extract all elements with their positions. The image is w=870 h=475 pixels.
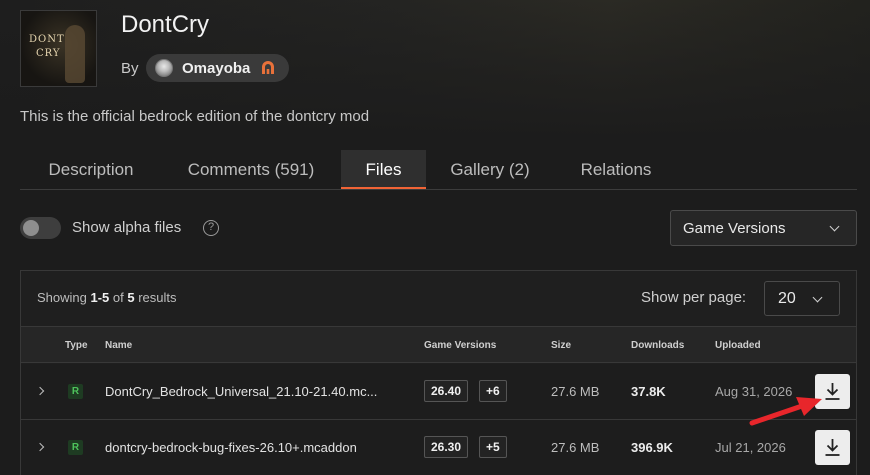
alpha-files-label: Show alpha files [72,219,182,236]
download-button[interactable] [815,430,850,465]
author-name: Omayoba [182,59,251,77]
download-icon [825,383,840,400]
column-uploaded[interactable]: Uploaded [715,340,761,351]
column-name[interactable]: Name [105,340,132,351]
tab-files[interactable]: Files [341,150,426,189]
results-suffix: results [134,290,177,305]
per-page-select[interactable]: 20 [764,281,840,316]
column-type[interactable]: Type [65,340,88,351]
help-icon[interactable]: ? [203,220,219,236]
expand-icon[interactable] [35,386,45,396]
table-row[interactable]: R DontCry_Bedrock_Universal_21.10-21.40.… [21,364,856,420]
annotation-arrow-icon [749,397,822,426]
per-page-value: 20 [778,290,796,307]
game-versions-select[interactable]: Game Versions [670,210,857,246]
per-page-label: Show per page: [641,289,747,306]
toggle-knob [23,220,39,236]
tab-relations[interactable]: Relations [554,150,678,189]
column-game-versions[interactable]: Game Versions [424,340,496,351]
results-summary: Showing 1-5 of 5 results [37,290,177,305]
game-version-chip: 26.30 [424,436,469,458]
tab-comments[interactable]: Comments (591) [162,150,340,189]
chevron-down-icon [812,292,823,303]
project-title: DontCry [121,11,210,38]
project-thumbnail: DONT CRY [20,10,97,87]
tab-description[interactable]: Description [20,150,162,189]
chevron-down-icon [829,221,840,232]
download-count: 37.8K [631,384,666,399]
game-version-chip: 26.40 [424,380,469,402]
table-row[interactable]: R dontcry-bedrock-bug-fixes-26.10+.mcadd… [21,420,856,475]
file-name[interactable]: DontCry_Bedrock_Universal_21.10-21.40.mc… [105,384,377,399]
more-versions-chip[interactable]: +6 [479,380,507,402]
download-count: 396.9K [631,440,673,455]
project-description: This is the official bedrock edition of … [20,108,370,125]
release-type-badge: R [68,440,83,455]
download-icon [825,439,840,456]
more-versions-chip[interactable]: +5 [479,436,507,458]
table-header: Type Name Game Versions Size Downloads U… [21,326,856,363]
thumbnail-figure [65,25,85,83]
results-range: 1-5 [90,290,110,305]
by-label: By [121,60,139,77]
file-name[interactable]: dontcry-bedrock-bug-fixes-26.10+.mcaddon [105,440,357,455]
column-size[interactable]: Size [551,340,571,351]
results-of: of [109,290,128,305]
thumbnail-text-top: DONT [29,34,65,45]
upload-date: Jul 21, 2026 [715,440,786,455]
column-downloads[interactable]: Downloads [631,340,684,351]
project-tabs: Description Comments (591) Files Gallery… [20,150,857,190]
file-size: 27.6 MB [551,384,600,399]
results-prefix: Showing [37,290,91,305]
file-size: 27.6 MB [551,440,600,455]
expand-icon[interactable] [35,442,45,452]
alpha-files-toggle[interactable] [20,217,61,239]
game-versions-select-label: Game Versions [683,220,786,237]
release-type-badge: R [68,384,83,399]
tab-gallery[interactable]: Gallery (2) [426,150,554,189]
author-badge-icon [262,61,275,74]
thumbnail-text-bottom: CRY [36,48,61,59]
results-total: 5 [127,290,135,305]
author-link[interactable]: Omayoba [146,54,289,82]
avatar [155,59,173,77]
